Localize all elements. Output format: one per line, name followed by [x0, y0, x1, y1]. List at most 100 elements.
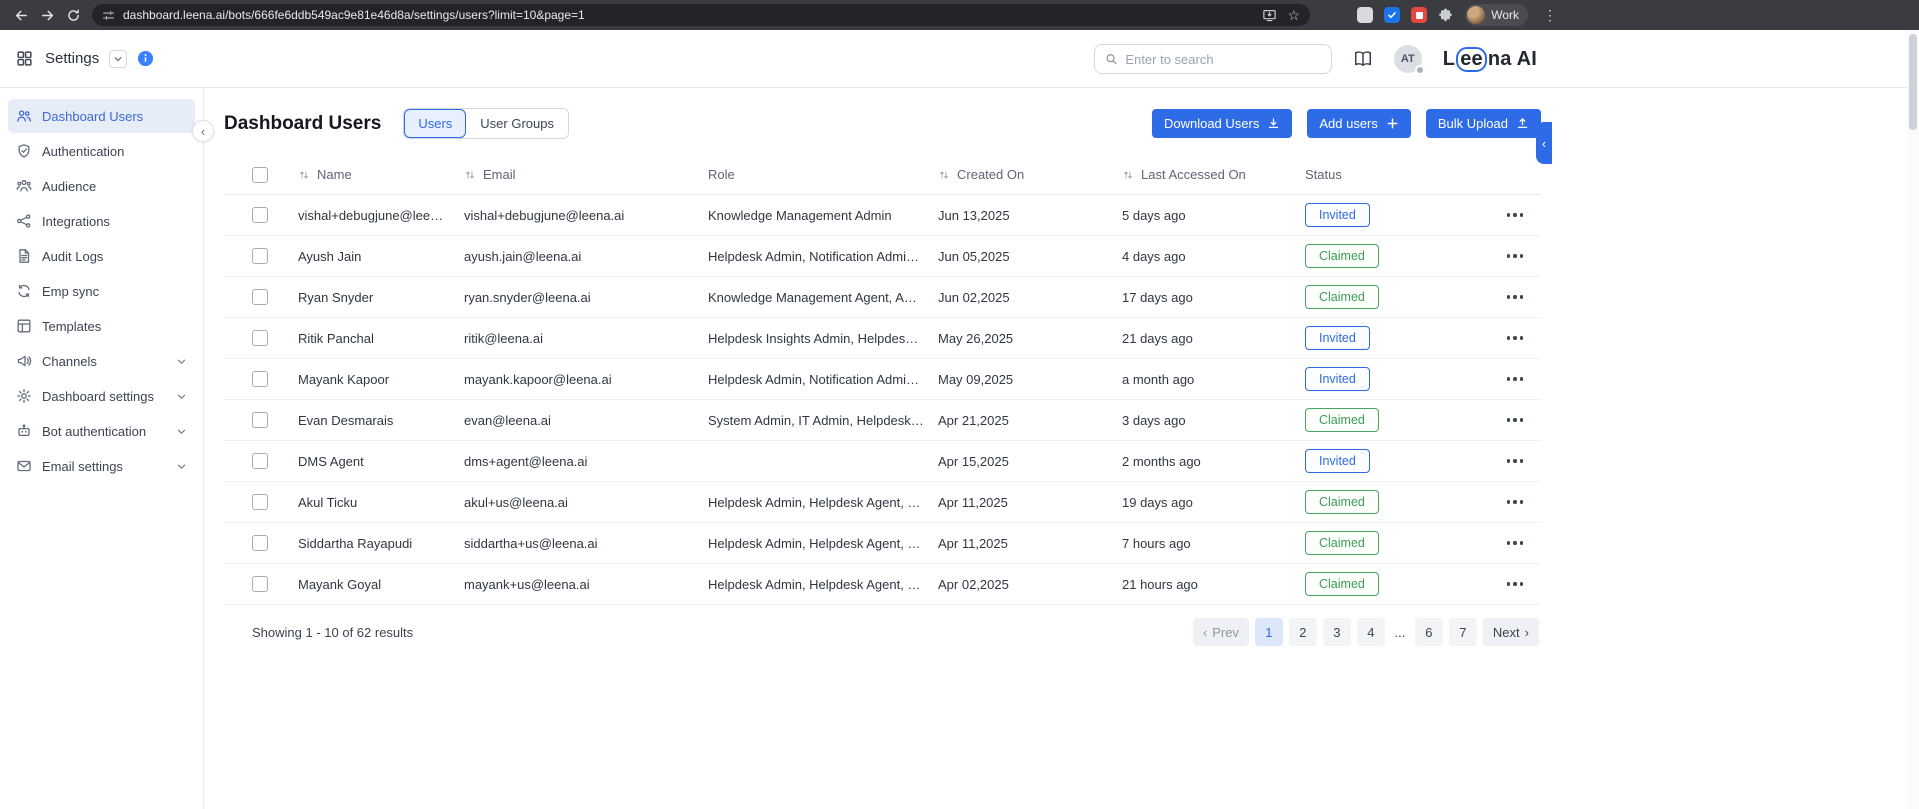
sort-icon[interactable]	[298, 169, 310, 181]
user-name-text: Mayank Goyal	[298, 576, 382, 592]
row-select-cell	[252, 576, 298, 592]
pagination-prev-button[interactable]: ‹ Prev	[1192, 618, 1249, 646]
row-checkbox[interactable]	[252, 207, 268, 223]
extension-icon-1[interactable]	[1357, 7, 1374, 23]
row-checkbox[interactable]	[252, 412, 268, 428]
sidebar-item-integrations[interactable]: Integrations	[8, 204, 195, 238]
user-avatar[interactable]: AT	[1393, 45, 1425, 75]
status-badge: Claimed	[1305, 531, 1379, 555]
row-checkbox[interactable]	[252, 248, 268, 264]
bookmark-star-icon[interactable]: ☆	[1287, 8, 1300, 22]
user-name: Ritik Panchal	[298, 331, 464, 346]
extension-icon-3[interactable]	[1411, 7, 1428, 23]
row-menu-button[interactable]	[1501, 248, 1542, 264]
row-menu-button[interactable]	[1501, 371, 1542, 387]
right-panel-toggle[interactable]: ‹	[1536, 122, 1552, 164]
status-badge: Invited	[1305, 367, 1370, 391]
tab-users[interactable]: Users	[404, 109, 467, 138]
tab-user-groups[interactable]: User Groups	[466, 109, 568, 138]
apps-grid-icon[interactable]	[16, 50, 33, 67]
search-input[interactable]	[1125, 51, 1321, 67]
sidebar-item-dashboard-users[interactable]: Dashboard Users	[8, 99, 195, 133]
row-select-cell	[252, 248, 298, 264]
sidebar-item-bot-authentication[interactable]: Bot authentication	[8, 414, 195, 448]
row-menu-button[interactable]	[1501, 207, 1542, 223]
browser-reload-button[interactable]	[60, 3, 86, 27]
download-users-button[interactable]: Download Users	[1151, 109, 1293, 138]
row-menu-button[interactable]	[1501, 412, 1542, 428]
settings-menu-label[interactable]: Settings	[45, 50, 99, 67]
row-checkbox[interactable]	[252, 576, 268, 592]
row-checkbox[interactable]	[252, 535, 268, 551]
pagination: ‹ Prev 1 2 3 4... 6 7 Next ›	[1192, 618, 1539, 646]
settings-dropdown-chevron[interactable]	[109, 49, 128, 68]
sidebar-item-audit-logs[interactable]: Audit Logs	[8, 239, 195, 273]
column-label: Last Accessed On	[1141, 167, 1246, 182]
row-checkbox[interactable]	[252, 453, 268, 469]
created-on: Apr 11,2025	[938, 536, 1122, 551]
row-menu-button[interactable]	[1501, 330, 1542, 346]
pagination-page-1[interactable]: 1	[1254, 618, 1283, 646]
extension-icon-2[interactable]	[1384, 7, 1401, 23]
chevron-left-icon: ‹	[1202, 624, 1208, 640]
sort-icon[interactable]	[1122, 169, 1134, 181]
main-content: Dashboard Users Users User Groups Downlo…	[204, 88, 1553, 809]
last-accessed-text: 17 days ago	[1122, 289, 1193, 305]
add-users-button[interactable]: Add users	[1307, 109, 1411, 138]
browser-menu-icon[interactable]: ⋮	[1539, 7, 1561, 24]
select-all-checkbox[interactable]	[252, 166, 268, 183]
sidebar-item-dashboard-settings[interactable]: Dashboard settings	[8, 379, 195, 413]
address-bar[interactable]: dashboard.leena.ai/bots/666fe6ddb549ac9e…	[92, 4, 1310, 26]
row-menu-button[interactable]	[1501, 576, 1542, 592]
sidebar-collapse-button[interactable]: ‹	[192, 120, 214, 142]
sidebar-item-channels[interactable]: Channels	[8, 344, 195, 378]
created-on: Jun 02,2025	[938, 290, 1122, 305]
scrollbar-thumb[interactable]	[1909, 34, 1917, 130]
row-checkbox[interactable]	[252, 494, 268, 510]
browser-back-button[interactable]	[8, 3, 34, 27]
bulk-upload-button[interactable]: Bulk Upload	[1425, 109, 1541, 138]
browser-profile-chip[interactable]: Work	[1465, 4, 1528, 26]
pagination-page-7[interactable]: 7	[1448, 618, 1477, 646]
status-cell: Claimed	[1305, 285, 1465, 309]
created-on-text: Apr 11,2025	[938, 494, 1008, 510]
pagination-page-3[interactable]: 3	[1322, 618, 1351, 646]
last-accessed-text: 7 hours ago	[1122, 535, 1191, 551]
sidebar-item-audience[interactable]: Audience	[8, 169, 195, 203]
extensions-puzzle-icon[interactable]	[1438, 7, 1454, 23]
site-info-icon[interactable]	[102, 9, 115, 22]
pagination-page-2[interactable]: 2	[1288, 618, 1317, 646]
download-icon	[1269, 118, 1279, 129]
user-name: Mayank Goyal	[298, 577, 464, 592]
pagination-next-button[interactable]: Next ›	[1482, 618, 1539, 646]
browser-forward-button[interactable]	[34, 3, 60, 27]
row-checkbox[interactable]	[252, 371, 268, 387]
sidebar: Dashboard Users Authentication Audience Int…	[0, 88, 214, 809]
search-icon	[1106, 54, 1117, 65]
row-menu-button[interactable]	[1501, 535, 1542, 551]
pagination-page-4[interactable]: 4	[1356, 618, 1385, 646]
created-on: Apr 15,2025	[938, 454, 1122, 469]
row-menu-button[interactable]	[1501, 494, 1542, 510]
sidebar-item-authentication[interactable]: Authentication	[8, 134, 195, 168]
sort-icon[interactable]	[464, 169, 476, 181]
row-checkbox[interactable]	[252, 289, 268, 305]
user-email: siddartha+us@leena.ai	[464, 536, 708, 551]
sort-icon[interactable]	[938, 169, 950, 181]
user-name: Akul Ticku	[298, 495, 464, 510]
docs-book-icon[interactable]	[1353, 49, 1373, 69]
sidebar-item-templates[interactable]: Templates	[8, 309, 195, 343]
row-select-cell	[252, 494, 298, 510]
pagination-page-6[interactable]: 6	[1414, 618, 1443, 646]
global-search[interactable]	[1093, 44, 1332, 74]
sidebar-item-emp-sync[interactable]: Emp sync	[8, 274, 195, 308]
row-menu-button[interactable]	[1501, 289, 1542, 305]
row-checkbox[interactable]	[252, 330, 268, 346]
last-accessed-text: 21 days ago	[1122, 330, 1193, 346]
install-app-icon[interactable]	[1262, 8, 1277, 23]
sidebar-item-email-settings[interactable]: Email settings	[8, 449, 195, 483]
row-select-cell	[252, 535, 298, 551]
info-icon[interactable]	[137, 50, 154, 67]
row-menu-button[interactable]	[1501, 453, 1542, 469]
browser-profile-label: Work	[1491, 8, 1519, 22]
